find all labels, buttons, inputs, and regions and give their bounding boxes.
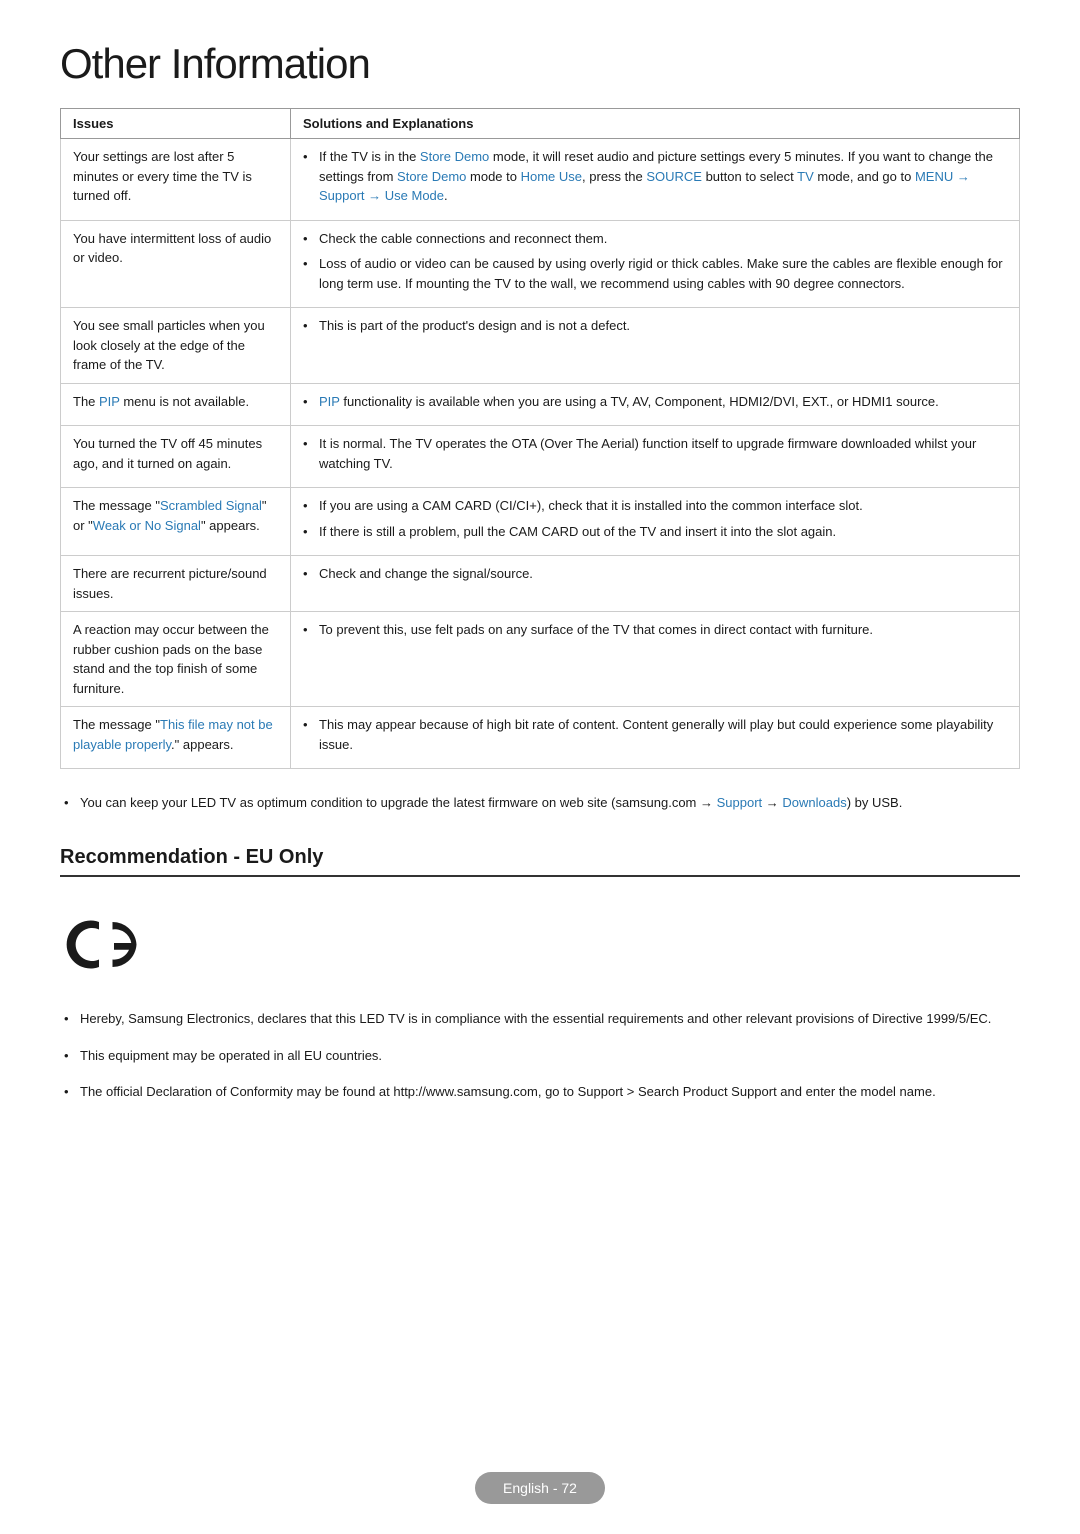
solution-cell: It is normal. The TV operates the OTA (O… — [291, 426, 1020, 488]
table-row: The message "Scrambled Signal" or "Weak … — [61, 488, 1020, 556]
page-number-badge: English - 72 — [475, 1472, 605, 1504]
solution-cell: Check the cable connections and reconnec… — [291, 220, 1020, 308]
table-row: Your settings are lost after 5 minutes o… — [61, 139, 1020, 221]
recommendation-section: Recommendation - EU Only Hereby, Samsung… — [60, 846, 1020, 1103]
solution-cell: To prevent this, use felt pads on any su… — [291, 612, 1020, 707]
table-row: The message "This file may not be playab… — [61, 707, 1020, 769]
table-row: A reaction may occur between the rubber … — [61, 612, 1020, 707]
eu-bullet-item: The official Declaration of Conformity m… — [60, 1082, 1020, 1103]
solution-cell: PIP functionality is available when you … — [291, 383, 1020, 426]
bottom-note: You can keep your LED TV as optimum cond… — [60, 793, 1020, 814]
issue-cell: Your settings are lost after 5 minutes o… — [61, 139, 291, 221]
table-row: The PIP menu is not available. PIP funct… — [61, 383, 1020, 426]
eu-bullet-item: Hereby, Samsung Electronics, declares th… — [60, 1009, 1020, 1030]
recommendation-title: Recommendation - EU Only — [60, 846, 1020, 877]
col-solutions: Solutions and Explanations — [291, 109, 1020, 139]
source-link[interactable]: SOURCE — [646, 169, 702, 184]
issue-cell: You have intermittent loss of audio or v… — [61, 220, 291, 308]
issue-cell: You turned the TV off 45 minutes ago, an… — [61, 426, 291, 488]
solution-cell: This may appear because of high bit rate… — [291, 707, 1020, 769]
eu-bullet-item: This equipment may be operated in all EU… — [60, 1046, 1020, 1067]
weak-signal-link[interactable]: Weak or No Signal — [93, 518, 201, 533]
store-demo-link[interactable]: Store Demo — [420, 149, 489, 164]
pip-link[interactable]: PIP — [99, 394, 120, 409]
table-row: You see small particles when you look cl… — [61, 308, 1020, 384]
table-row: There are recurrent picture/sound issues… — [61, 556, 1020, 612]
eu-bullet-list: Hereby, Samsung Electronics, declares th… — [60, 1009, 1020, 1103]
issue-cell: The message "Scrambled Signal" or "Weak … — [61, 488, 291, 556]
issue-cell: You see small particles when you look cl… — [61, 308, 291, 384]
info-table: Issues Solutions and Explanations Your s… — [60, 108, 1020, 769]
issue-cell: The message "This file may not be playab… — [61, 707, 291, 769]
solution-cell: If the TV is in the Store Demo mode, it … — [291, 139, 1020, 221]
store-demo-link2[interactable]: Store Demo — [397, 169, 466, 184]
issue-cell: The PIP menu is not available. — [61, 383, 291, 426]
page-container: Other Information Issues Solutions and E… — [0, 0, 1080, 1199]
downloads-link[interactable]: Downloads — [782, 795, 846, 810]
file-may-link[interactable]: This file may not be playable properly — [73, 717, 273, 752]
scrambled-signal-link[interactable]: Scrambled Signal — [160, 498, 262, 513]
col-issues: Issues — [61, 109, 291, 139]
support-link[interactable]: Support — [717, 795, 763, 810]
issue-cell: A reaction may occur between the rubber … — [61, 612, 291, 707]
page-title: Other Information — [60, 40, 1020, 88]
issue-cell: There are recurrent picture/sound issues… — [61, 556, 291, 612]
ce-mark — [60, 907, 150, 985]
home-use-link[interactable]: Home Use — [521, 169, 582, 184]
tv-link[interactable]: TV — [797, 169, 814, 184]
solution-cell: If you are using a CAM CARD (CI/CI+), ch… — [291, 488, 1020, 556]
pip-link2[interactable]: PIP — [319, 394, 340, 409]
solution-cell: Check and change the signal/source. — [291, 556, 1020, 612]
table-row: You have intermittent loss of audio or v… — [61, 220, 1020, 308]
page-footer: English - 72 — [0, 1472, 1080, 1504]
table-row: You turned the TV off 45 minutes ago, an… — [61, 426, 1020, 488]
ce-logo — [60, 907, 150, 982]
solution-cell: This is part of the product's design and… — [291, 308, 1020, 384]
